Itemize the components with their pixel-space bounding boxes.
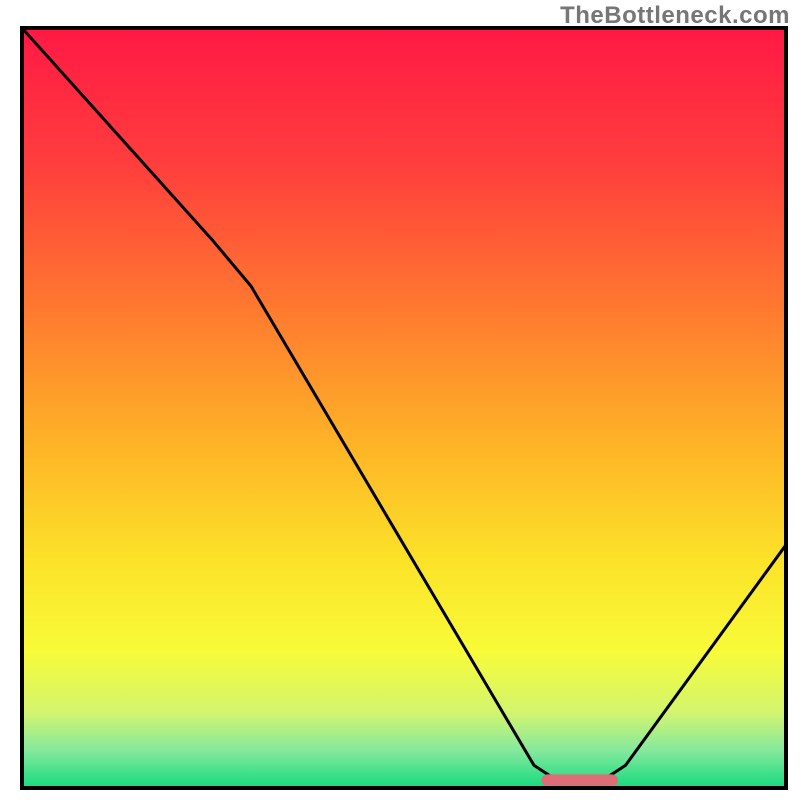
chart-stage: TheBottleneck.com (0, 0, 800, 800)
bottleneck-plot (0, 0, 800, 800)
optimal-marker (542, 774, 618, 786)
gradient-background (22, 28, 786, 788)
